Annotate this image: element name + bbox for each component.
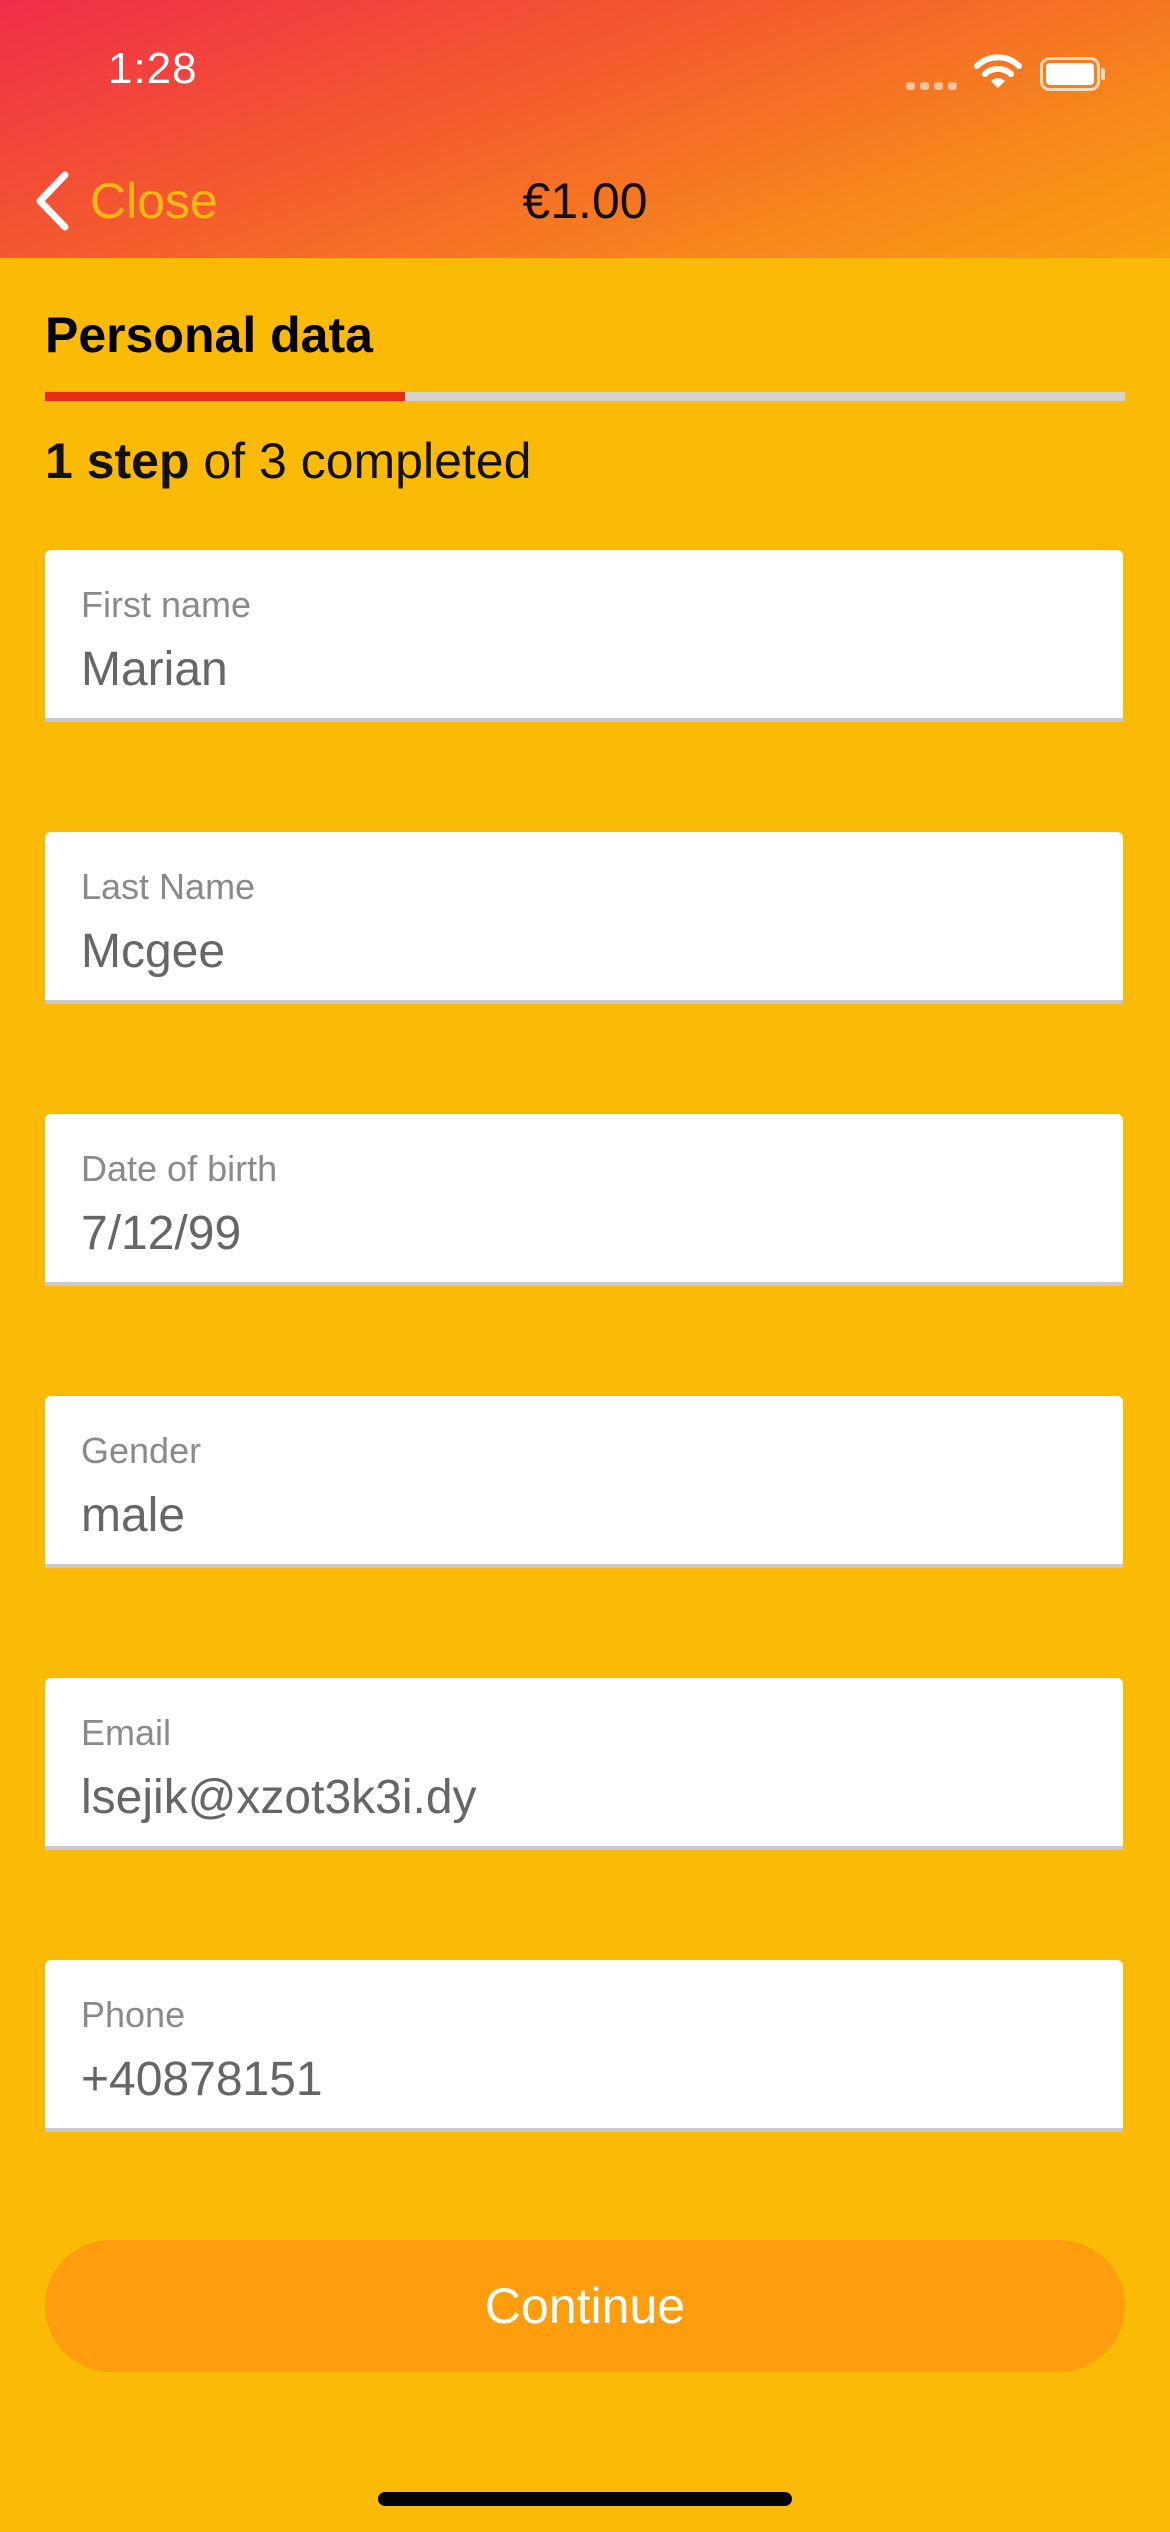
home-indicator xyxy=(378,2492,792,2506)
gender-label: Gender xyxy=(81,1430,202,1471)
email-label: Email xyxy=(81,1712,172,1753)
wifi-icon xyxy=(974,54,1022,88)
email-field[interactable]: Email lsejik@xzot3k3i.dy xyxy=(45,1678,1123,1850)
first-name-value[interactable]: Marian xyxy=(81,642,228,697)
continue-button[interactable]: Continue xyxy=(45,2240,1125,2372)
navigation-header: 1:28 Close €1.00 xyxy=(0,0,1170,258)
email-value[interactable]: lsejik@xzot3k3i.dy xyxy=(81,1770,477,1825)
date-of-birth-value[interactable]: 7/12/99 xyxy=(81,1206,241,1261)
date-of-birth-field[interactable]: Date of birth 7/12/99 xyxy=(45,1114,1123,1286)
gender-field[interactable]: Gender male xyxy=(45,1396,1123,1568)
status-time: 1:28 xyxy=(108,44,198,93)
step-progress-text: 1 step of 3 completed xyxy=(45,432,531,490)
first-name-label: First name xyxy=(81,584,252,625)
first-name-field[interactable]: First name Marian xyxy=(45,550,1123,722)
phone-field[interactable]: Phone +40878151 xyxy=(45,1960,1123,2132)
phone-value[interactable]: +40878151 xyxy=(81,2052,323,2107)
battery-icon xyxy=(1040,57,1105,91)
section-title: Personal data xyxy=(45,307,373,363)
progress-bar xyxy=(45,392,1125,401)
last-name-label: Last Name xyxy=(81,866,256,907)
date-of-birth-label: Date of birth xyxy=(81,1148,278,1189)
last-name-field[interactable]: Last Name Mcgee xyxy=(45,832,1123,1004)
step-total: of 3 completed xyxy=(189,433,532,489)
last-name-value[interactable]: Mcgee xyxy=(81,924,225,979)
phone-label: Phone xyxy=(81,1994,186,2035)
step-count: 1 step xyxy=(45,433,190,489)
page-title: €1.00 xyxy=(522,173,648,229)
gender-value[interactable]: male xyxy=(81,1488,185,1543)
cellular-signal-icon xyxy=(906,82,958,90)
progress-bar-fill xyxy=(45,392,405,401)
